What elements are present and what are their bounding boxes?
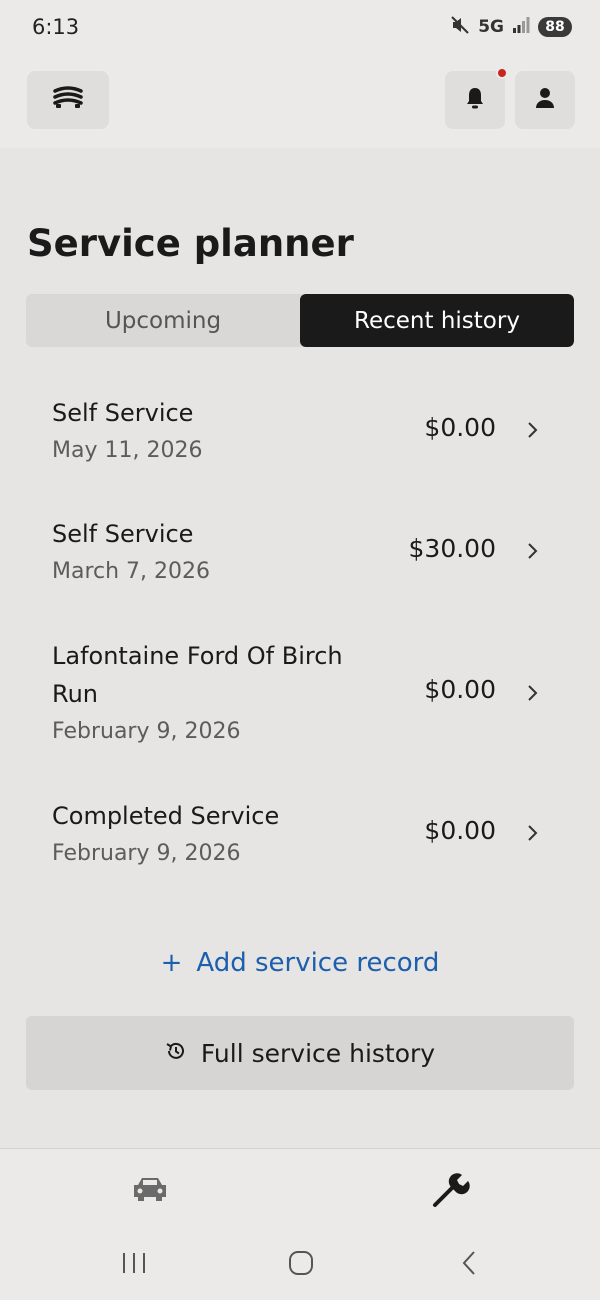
service-amount: $0.00 — [424, 675, 496, 704]
service-title: Self Service — [52, 520, 194, 548]
app-header — [0, 56, 600, 148]
battery-indicator: 88 — [538, 17, 572, 37]
tab-recent-history[interactable]: Recent history — [300, 294, 574, 347]
status-bar: 6:13 5G 88 — [0, 0, 600, 56]
chevron-right-icon — [522, 420, 542, 440]
history-row[interactable]: Lafontaine Ford Of Birch Run February 9,… — [52, 637, 548, 757]
history-row[interactable]: Self Service May 11, 2026 $0.00 — [52, 394, 548, 478]
recents-button[interactable] — [114, 1250, 154, 1280]
service-amount: $30.00 — [408, 534, 496, 563]
back-icon — [460, 1250, 480, 1280]
chevron-right-icon — [522, 823, 542, 843]
page-title: Service planner — [27, 222, 354, 265]
notifications-button[interactable] — [445, 67, 508, 129]
home-button[interactable] — [281, 1250, 321, 1280]
mute-icon — [450, 15, 470, 39]
nav-vehicle[interactable] — [120, 1169, 180, 1213]
full-service-history-label: Full service history — [200, 1038, 436, 1068]
home-icon — [288, 1250, 314, 1280]
menu-button[interactable] — [27, 71, 109, 129]
system-nav-bar — [0, 1230, 600, 1300]
car-icon — [130, 1175, 170, 1207]
plus-icon: + — [160, 948, 183, 978]
bottom-nav — [0, 1148, 600, 1230]
wrench-icon — [430, 1169, 470, 1213]
profile-button[interactable] — [515, 71, 575, 129]
add-service-record-link[interactable]: + Add service record — [0, 948, 600, 978]
status-time: 6:13 — [32, 15, 80, 39]
service-title: Lafontaine Ford Of Birch Run — [52, 642, 343, 708]
service-amount: $0.00 — [424, 413, 496, 442]
add-service-record-label: Add service record — [196, 948, 440, 978]
signal-icon — [512, 16, 530, 38]
history-icon — [165, 1039, 201, 1068]
service-amount: $0.00 — [424, 816, 496, 845]
chevron-right-icon — [522, 683, 542, 703]
status-indicators: 5G 88 — [450, 15, 572, 39]
recents-icon — [121, 1252, 147, 1278]
tab-bar: Upcoming Recent history — [26, 294, 574, 347]
back-button[interactable] — [450, 1250, 490, 1280]
history-row[interactable]: Completed Service February 9, 2026 $0.00 — [52, 797, 548, 881]
vehicle-menu-icon — [52, 85, 84, 115]
service-title: Completed Service — [52, 802, 280, 830]
nav-service[interactable] — [420, 1169, 480, 1213]
service-title: Self Service — [52, 399, 194, 427]
tab-upcoming[interactable]: Upcoming — [26, 294, 300, 347]
network-indicator: 5G — [478, 17, 504, 37]
notification-dot — [496, 67, 508, 79]
chevron-right-icon — [522, 541, 542, 561]
person-icon — [534, 87, 556, 113]
full-service-history-button[interactable]: Full service history — [26, 1016, 574, 1090]
history-row[interactable]: Self Service March 7, 2026 $30.00 — [52, 515, 548, 599]
service-date: February 9, 2026 — [52, 719, 241, 744]
bell-icon — [464, 86, 486, 114]
